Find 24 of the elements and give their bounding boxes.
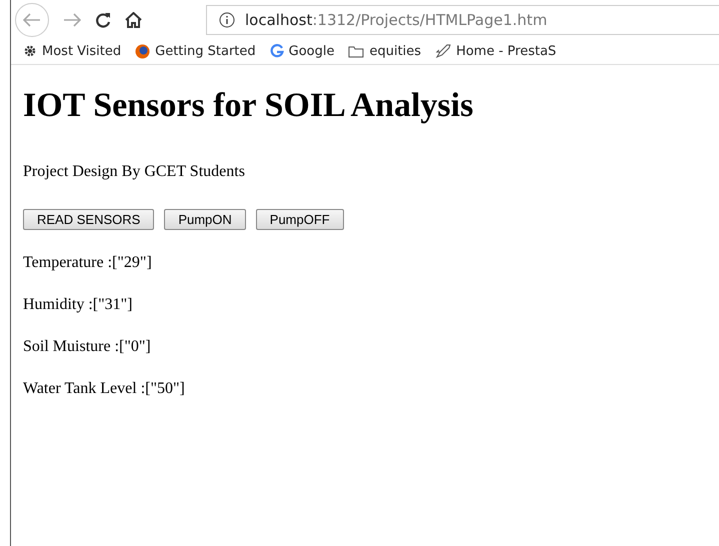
back-arrow-icon (23, 13, 41, 27)
sensor-reading: Humidity :["31"] (23, 296, 134, 314)
reload-button[interactable] (95, 12, 111, 28)
sensor-reading: Soil Muisture :["0"] (23, 338, 152, 356)
bookmark-link[interactable]: equities (348, 44, 422, 58)
address-bar[interactable]: localhost:1312/Projects/HTMLPage1.htm (206, 5, 719, 35)
bookmark-link[interactable]: Getting Started (135, 44, 256, 58)
bookmark-link[interactable]: Home - PrestaS (435, 44, 556, 58)
gear-icon (23, 44, 37, 58)
info-icon (219, 12, 235, 28)
g-logo-icon (270, 44, 284, 58)
home-button[interactable] (125, 12, 142, 28)
action-button[interactable]: PumpON (164, 209, 246, 230)
url-host: localhost (245, 11, 312, 29)
page-heading: IOT Sensors for SOIL Analysis (23, 87, 474, 125)
url-path: :1312/Projects/HTMLPage1.htm (312, 11, 548, 29)
bookmark-link[interactable]: Google (270, 44, 334, 58)
action-button[interactable]: PumpOFF (256, 209, 344, 230)
subtitle: Project Design By GCET Students (23, 163, 246, 181)
folder-icon (348, 44, 364, 58)
action-button[interactable]: READ SENSORS (23, 209, 154, 230)
sensor-reading: Temperature :["29"] (23, 254, 153, 272)
bookmark-link[interactable]: Most Visited (23, 44, 122, 58)
sensor-reading: Water Tank Level :["50"] (23, 380, 186, 398)
